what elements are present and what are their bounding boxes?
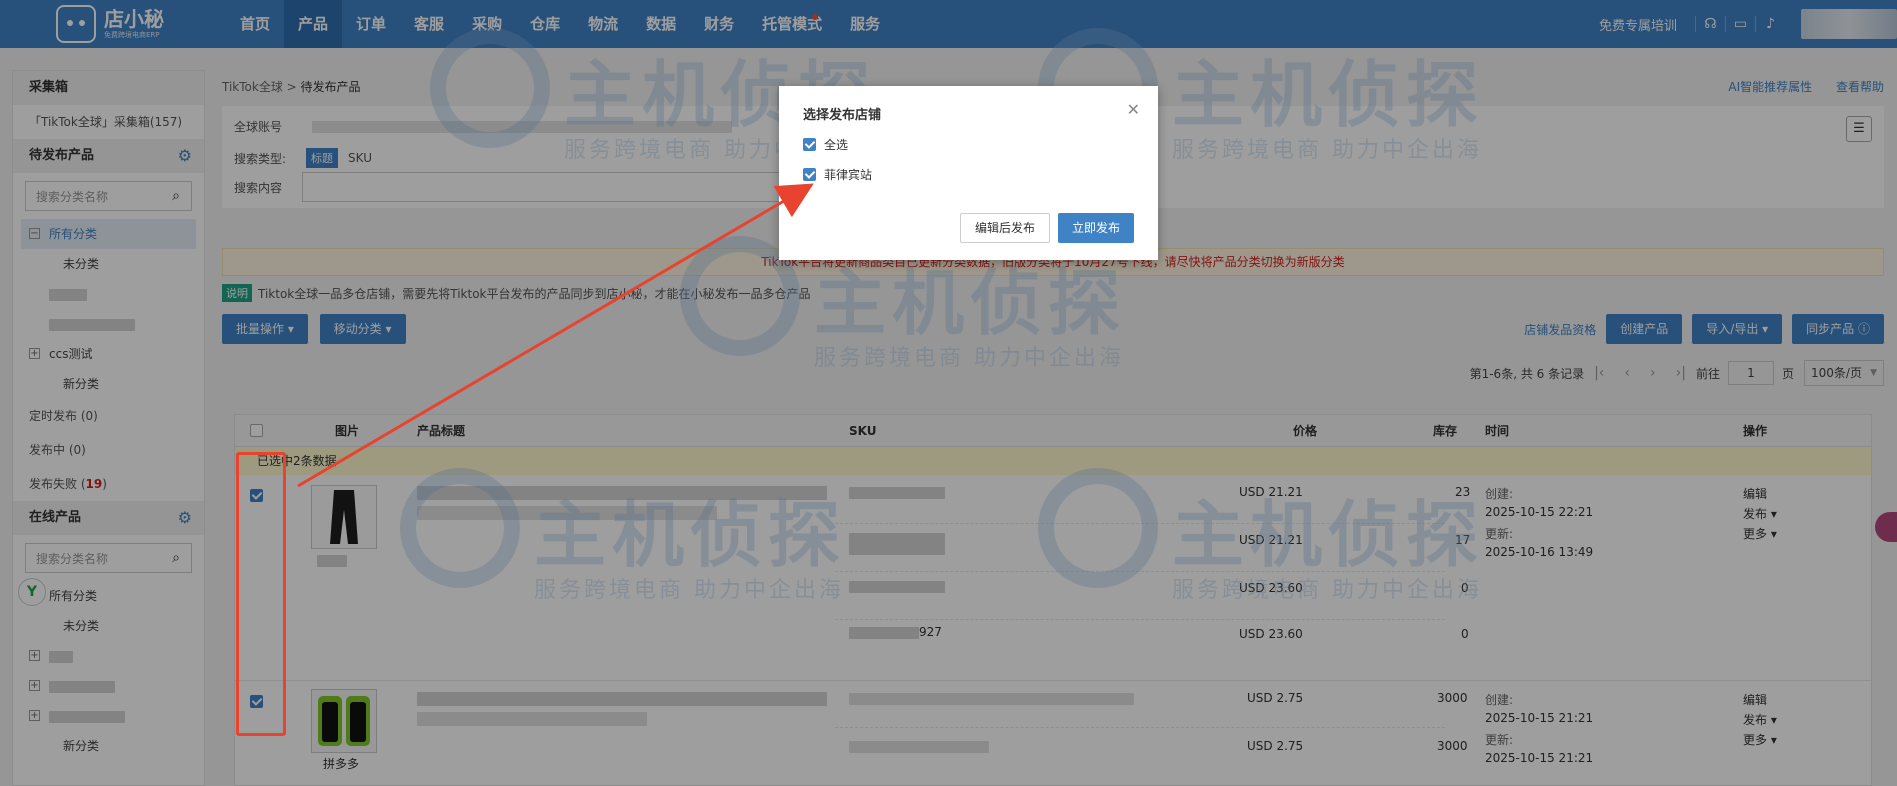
dialog-title: 选择发布店铺 xyxy=(803,108,882,123)
philippines-store-option[interactable]: 菲律宾站 xyxy=(803,166,872,183)
edit-then-publish-button[interactable]: 编辑后发布 xyxy=(959,213,1050,243)
annotation-highlight-box xyxy=(236,452,286,736)
philippines-store-checkbox[interactable] xyxy=(803,168,816,181)
select-all-store-option[interactable]: 全选 xyxy=(803,136,848,153)
select-all-store-checkbox[interactable] xyxy=(803,138,816,151)
publish-now-button[interactable]: 立即发布 xyxy=(1057,213,1134,243)
select-store-dialog: 选择发布店铺 ✕ 全选 菲律宾站 编辑后发布 立即发布 xyxy=(779,86,1158,260)
close-icon[interactable]: ✕ xyxy=(1127,100,1140,119)
